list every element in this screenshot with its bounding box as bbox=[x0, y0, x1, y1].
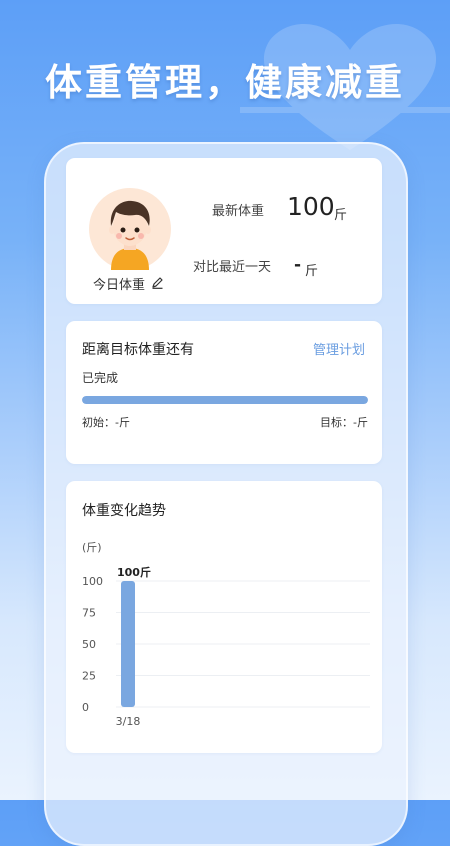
y-axis-unit-label: (斤) bbox=[82, 541, 102, 554]
goal-target-label: 目标：-斤 bbox=[320, 416, 368, 429]
trend-title: 体重变化趋势 bbox=[82, 503, 166, 519]
edit-icon[interactable] bbox=[151, 276, 164, 289]
manage-plan-link[interactable]: 管理计划 bbox=[313, 339, 365, 358]
data-label: 100斤 bbox=[117, 565, 151, 579]
x-tick-label: 3/18 bbox=[116, 715, 141, 728]
latest-weight-value: 100 bbox=[287, 192, 335, 221]
weight-trend-chart: (斤) 100 75 50 25 0 100斤 3/18 bbox=[82, 541, 370, 728]
goal-title: 距离目标体重还有 bbox=[82, 342, 194, 358]
y-tick-label: 0 bbox=[82, 701, 89, 714]
goal-status: 已完成 bbox=[82, 371, 119, 385]
y-tick-label: 75 bbox=[82, 607, 96, 620]
y-tick-label: 25 bbox=[82, 670, 96, 683]
goal-progress-bar bbox=[82, 396, 368, 404]
compare-label: 对比最近一天 bbox=[193, 260, 272, 275]
y-tick-label: 100 bbox=[82, 575, 103, 588]
latest-weight-unit: 斤 bbox=[334, 208, 348, 223]
avatar[interactable] bbox=[89, 188, 171, 270]
headline: 体重管理，健康减重 bbox=[45, 61, 405, 104]
compare-unit: 斤 bbox=[305, 264, 319, 279]
bar bbox=[121, 581, 135, 707]
latest-weight-label: 最新体重 bbox=[212, 204, 265, 219]
compare-value: - bbox=[294, 255, 302, 275]
goal-start-label: 初始：-斤 bbox=[82, 416, 130, 429]
today-weight-label: 今日体重 bbox=[93, 278, 146, 293]
goal-progress-fill bbox=[82, 396, 368, 404]
y-tick-label: 50 bbox=[82, 638, 96, 651]
